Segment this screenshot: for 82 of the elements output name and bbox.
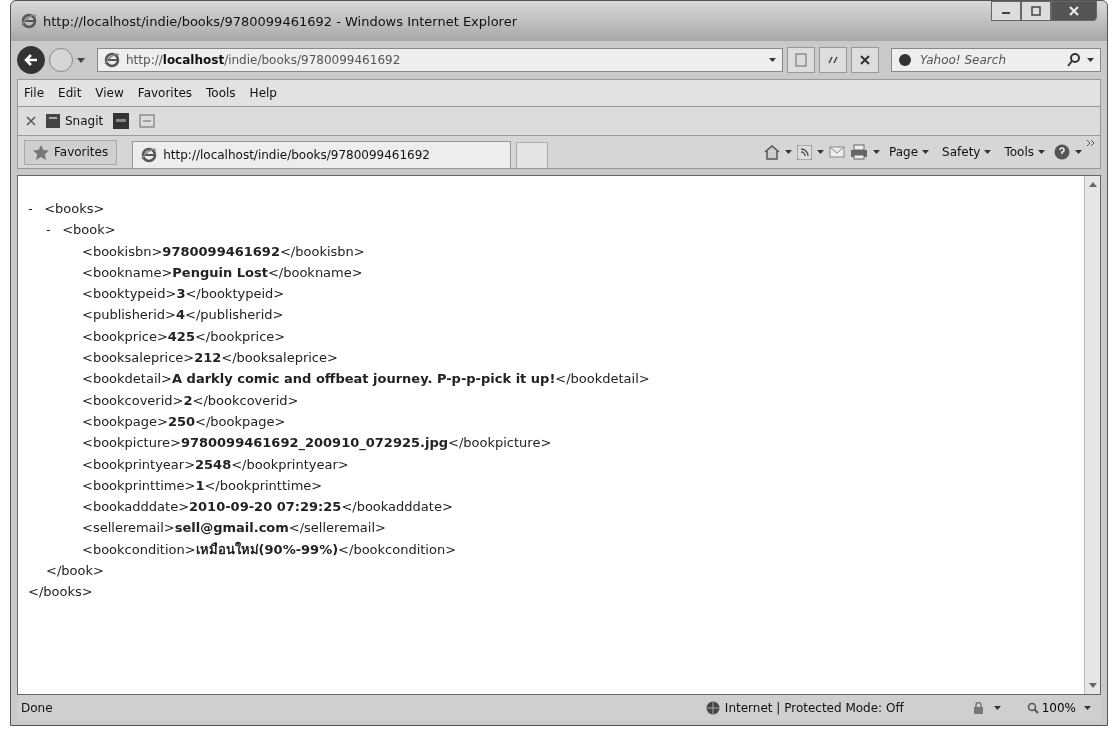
close-icon (859, 54, 871, 66)
scrollbar[interactable] (1084, 176, 1100, 694)
xml-element: <selleremail>sell@gmail.com</selleremail> (82, 520, 386, 536)
minimize-button[interactable] (991, 1, 1021, 21)
browser-icon (141, 147, 158, 163)
command-menu[interactable]: Tools (1000, 145, 1049, 159)
snagit-button[interactable]: Snagit (46, 114, 104, 128)
zoom-button[interactable]: 100% (1026, 701, 1076, 715)
browser-tab[interactable]: http://localhost/indie/books/9780099461692 (132, 141, 511, 168)
close-icon[interactable] (26, 116, 36, 126)
menu-item[interactable]: Edit (58, 86, 82, 100)
search-engine-icon (898, 53, 912, 67)
browser-icon (21, 13, 37, 29)
xml-element: <bookcondition>เหมือนใหม่(90%-99%)</bookcondition> (82, 541, 457, 557)
caret-icon (922, 150, 930, 154)
caret-icon (1075, 150, 1082, 154)
command-menu[interactable]: Safety (938, 145, 996, 159)
caret-icon (984, 150, 992, 154)
xml-tag: <books> (44, 201, 105, 216)
caret-icon (993, 706, 1001, 710)
menu-item[interactable]: Favorites (137, 86, 193, 100)
scroll-down-icon[interactable] (1088, 683, 1097, 688)
caret-icon (817, 150, 824, 154)
chevron-icon[interactable] (1087, 140, 1094, 146)
favorites-button[interactable]: Favorites (24, 139, 118, 165)
back-button[interactable] (17, 46, 45, 74)
browser-icon (104, 52, 120, 68)
capture-icon[interactable] (113, 113, 130, 129)
security-icon[interactable] (971, 702, 986, 714)
menu-item[interactable]: File (24, 86, 45, 100)
xml-element: <bookprice>425</bookprice> (82, 328, 286, 344)
caret-icon (873, 150, 880, 154)
caret-icon (1087, 58, 1094, 62)
back-arrow-icon (23, 53, 39, 67)
xml-element: <publisherid>4</publisherid> (82, 307, 284, 323)
feed-icon[interactable] (797, 144, 812, 160)
status-text: Done (21, 701, 53, 715)
collapse-toggle[interactable]: - (46, 219, 58, 241)
maximize-icon (1030, 6, 1042, 16)
close-icon (1068, 6, 1080, 16)
window-title: http://localhost/indie/books/9780099461692 - Windows Internet Explorer (43, 13, 517, 29)
menu-item[interactable]: Tools (206, 86, 236, 100)
xml-tag: <book> (62, 222, 116, 238)
printer-icon[interactable] (850, 144, 868, 160)
close-button[interactable] (1051, 1, 1097, 21)
address-field[interactable]: http://localhost/indie/books/9780099461692 (97, 48, 783, 72)
xml-element: <bookprinttime>1</bookprinttime> (82, 477, 323, 493)
xml-element: <bookprintyear>2548</bookprintyear> (82, 456, 349, 472)
caret-icon (1084, 706, 1091, 710)
home-icon[interactable] (764, 144, 780, 160)
caret-icon (785, 150, 792, 154)
xml-element: <bookname>Penguin Lost</bookname> (82, 264, 363, 280)
snagit-icon (46, 114, 60, 128)
xml-tag: </book> (46, 563, 104, 579)
scroll-up-icon[interactable] (1088, 182, 1097, 187)
xml-element: <bookpicture>9780099461692_200910_072925.jpg</bookpicture> (82, 435, 552, 451)
caret-icon (769, 58, 776, 62)
xml-element: <bookadddate>2010-09-20 07:29:25</bookadddate> (82, 499, 453, 515)
search-icon[interactable] (1067, 53, 1081, 67)
xml-element: <booksaleprice>212</booksaleprice> (82, 350, 338, 366)
help-icon[interactable] (1054, 144, 1070, 160)
xml-tag: </books> (28, 584, 93, 600)
xml-element: <booktypeid>3</booktypeid> (82, 286, 285, 302)
collapse-toggle[interactable]: - (28, 198, 40, 219)
search-field[interactable]: Yahoo! Search (918, 52, 1061, 68)
caret-icon (1038, 150, 1045, 154)
xml-element: <bookdetail>A darkly comic and offbeat journey. P-p-p-pick it up!</bookdetail> (82, 371, 650, 387)
xml-element: <bookisbn>9780099461692</bookisbn> (82, 243, 365, 259)
stop-button[interactable] (851, 47, 879, 73)
search-box[interactable]: Yahoo! Search (891, 48, 1101, 72)
menu-item[interactable]: View (95, 86, 124, 100)
caret-icon[interactable] (77, 57, 85, 63)
magnifier-icon (1026, 702, 1039, 714)
xml-element: <bookcoverid>2</bookcoverid> (82, 392, 299, 408)
star-icon (33, 144, 49, 160)
globe-icon (705, 701, 720, 715)
menu-item[interactable]: Help (249, 86, 277, 100)
page-icon (794, 53, 808, 67)
security-zone: Internet | Protected Mode: Off (724, 701, 904, 715)
command-menu[interactable]: Page (885, 145, 934, 159)
xml-element: <bookpage>250</bookpage> (82, 413, 286, 429)
maximize-button[interactable] (1021, 1, 1051, 21)
